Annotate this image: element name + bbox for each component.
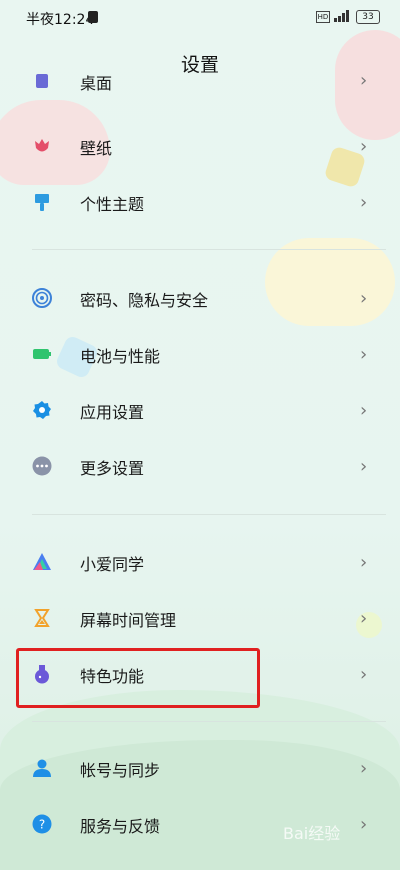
user-icon [33, 759, 51, 777]
tulip-icon [35, 139, 49, 152]
settings-row-label: 电池与性能 [80, 347, 161, 366]
chevron-right-icon: › [360, 552, 368, 573]
settings-row-label: 壁纸 [80, 139, 113, 158]
more-icon [32, 456, 52, 476]
battery-icon [33, 349, 51, 359]
settings-row-account[interactable]: 帐号与同步 › [0, 740, 400, 796]
chevron-right-icon: › [360, 344, 368, 365]
sim-card-icon [88, 11, 98, 23]
section-divider [32, 514, 386, 515]
desktop-icon [36, 74, 48, 88]
settings-row-xiaoai[interactable]: 小爱同学 › [0, 534, 400, 590]
chevron-right-icon: › [360, 70, 368, 91]
settings-row-label: 密码、隐私与安全 [80, 291, 209, 310]
chevron-right-icon: › [360, 814, 368, 835]
settings-row-wallpaper[interactable]: 壁纸 › [0, 118, 400, 174]
chevron-right-icon: › [360, 758, 368, 779]
gear-icon [33, 401, 51, 419]
chevron-right-icon: › [360, 136, 368, 157]
settings-row-label: 帐号与同步 [80, 761, 161, 780]
settings-row-desktop[interactable]: 桌面 › [0, 64, 400, 100]
svg-text:?: ? [39, 818, 45, 832]
brush-icon [35, 194, 49, 211]
chevron-right-icon: › [360, 288, 368, 309]
chevron-right-icon: › [360, 456, 368, 477]
settings-row-screen-time[interactable]: 屏幕时间管理 › [0, 590, 400, 646]
settings-row-label: 服务与反馈 [80, 817, 161, 836]
settings-row-battery[interactable]: 电池与性能 › [0, 326, 400, 382]
hd-icon: HD [316, 11, 330, 23]
status-bar: 半夜12:24 HD 33 [0, 0, 400, 34]
settings-row-label: 桌面 [80, 74, 113, 93]
highlight-box [16, 648, 260, 708]
settings-row-more[interactable]: 更多设置 › [0, 438, 400, 494]
fingerprint-icon [32, 288, 52, 308]
settings-row-label: 应用设置 [80, 403, 145, 422]
section-divider [32, 721, 386, 722]
settings-row-label: 屏幕时间管理 [80, 611, 177, 630]
help-icon: ? [32, 814, 52, 834]
chevron-right-icon: › [360, 664, 368, 685]
status-time: 半夜12:24 [26, 12, 95, 28]
settings-row-label: 更多设置 [80, 459, 145, 478]
xiaoai-icon [33, 553, 51, 570]
settings-row-label: 个性主题 [80, 195, 145, 214]
watermark-text: Bai经验 [283, 824, 341, 843]
chevron-right-icon: › [360, 192, 368, 213]
settings-row-label: 小爱同学 [80, 555, 145, 574]
settings-row-theme[interactable]: 个性主题 › [0, 174, 400, 230]
chevron-right-icon: › [360, 608, 368, 629]
chevron-right-icon: › [360, 400, 368, 421]
hourglass-icon [34, 609, 50, 627]
section-divider [32, 249, 386, 250]
settings-row-security[interactable]: 密码、隐私与安全 › [0, 270, 400, 326]
signal-icon [334, 10, 350, 22]
battery-status-icon: 33 [356, 10, 380, 24]
settings-row-apps[interactable]: 应用设置 › [0, 382, 400, 438]
